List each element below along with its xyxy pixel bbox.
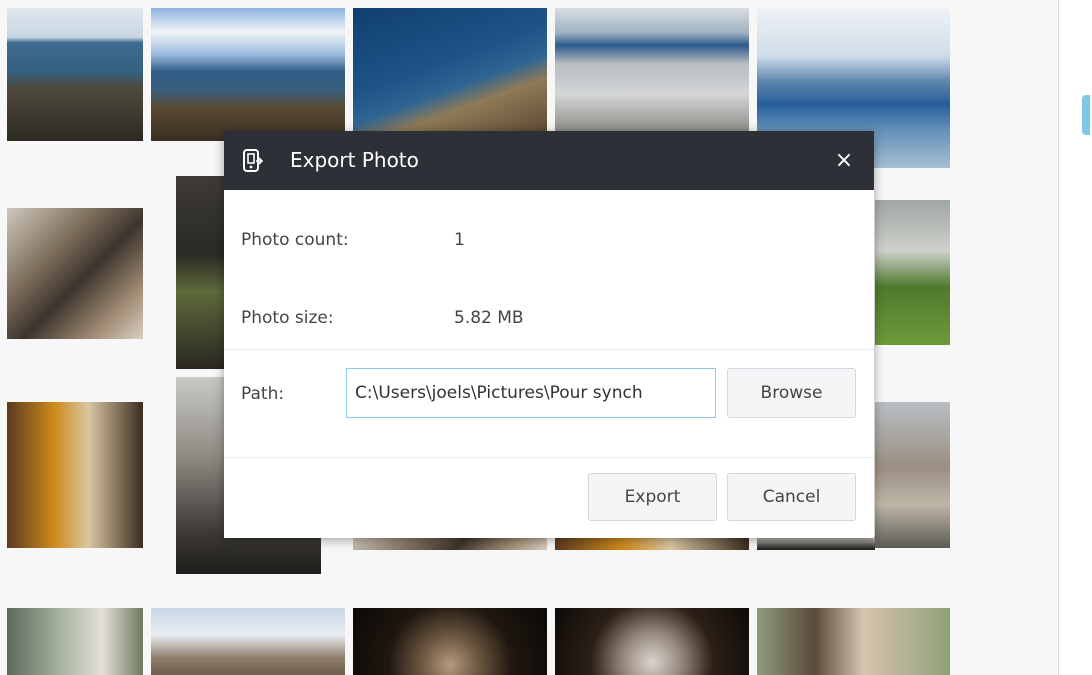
photo-thumbnail[interactable] bbox=[757, 536, 875, 550]
path-input[interactable] bbox=[346, 368, 716, 418]
photo-thumbnail[interactable] bbox=[875, 402, 950, 548]
photo-thumbnail[interactable] bbox=[555, 8, 749, 132]
export-photo-dialog: Export Photo × Photo count: 1 Photo size… bbox=[224, 131, 874, 538]
path-label: Path: bbox=[241, 384, 285, 404]
side-panel-accent bbox=[1082, 95, 1090, 135]
photo-thumbnail[interactable] bbox=[7, 208, 143, 339]
divider bbox=[224, 349, 874, 350]
photo-size-value: 5.82 MB bbox=[454, 308, 524, 328]
photo-thumbnail[interactable] bbox=[353, 608, 547, 675]
photo-thumbnail[interactable] bbox=[555, 608, 749, 675]
photo-thumbnail[interactable] bbox=[353, 536, 547, 550]
close-icon[interactable]: × bbox=[835, 148, 853, 173]
photo-thumbnail[interactable] bbox=[151, 8, 345, 141]
photo-thumbnail[interactable] bbox=[7, 608, 143, 675]
photo-count-value: 1 bbox=[454, 230, 465, 250]
photo-thumbnail[interactable] bbox=[757, 608, 950, 675]
dialog-title: Export Photo bbox=[290, 148, 419, 172]
photo-thumbnail[interactable] bbox=[555, 536, 749, 550]
photo-thumbnail[interactable] bbox=[151, 608, 345, 675]
browse-button[interactable]: Browse bbox=[727, 368, 856, 418]
photo-thumbnail[interactable] bbox=[7, 402, 143, 548]
cancel-button[interactable]: Cancel bbox=[727, 473, 856, 521]
photo-thumbnail[interactable] bbox=[353, 8, 547, 132]
photo-size-label: Photo size: bbox=[241, 308, 334, 328]
export-button[interactable]: Export bbox=[588, 473, 717, 521]
divider bbox=[224, 457, 874, 458]
photo-thumbnail[interactable] bbox=[7, 8, 143, 141]
phone-export-icon bbox=[242, 149, 264, 173]
photo-count-label: Photo count: bbox=[241, 230, 349, 250]
dialog-header: Export Photo × bbox=[224, 131, 874, 190]
close-button[interactable]: × bbox=[830, 147, 858, 175]
photo-thumbnail[interactable] bbox=[875, 200, 950, 345]
